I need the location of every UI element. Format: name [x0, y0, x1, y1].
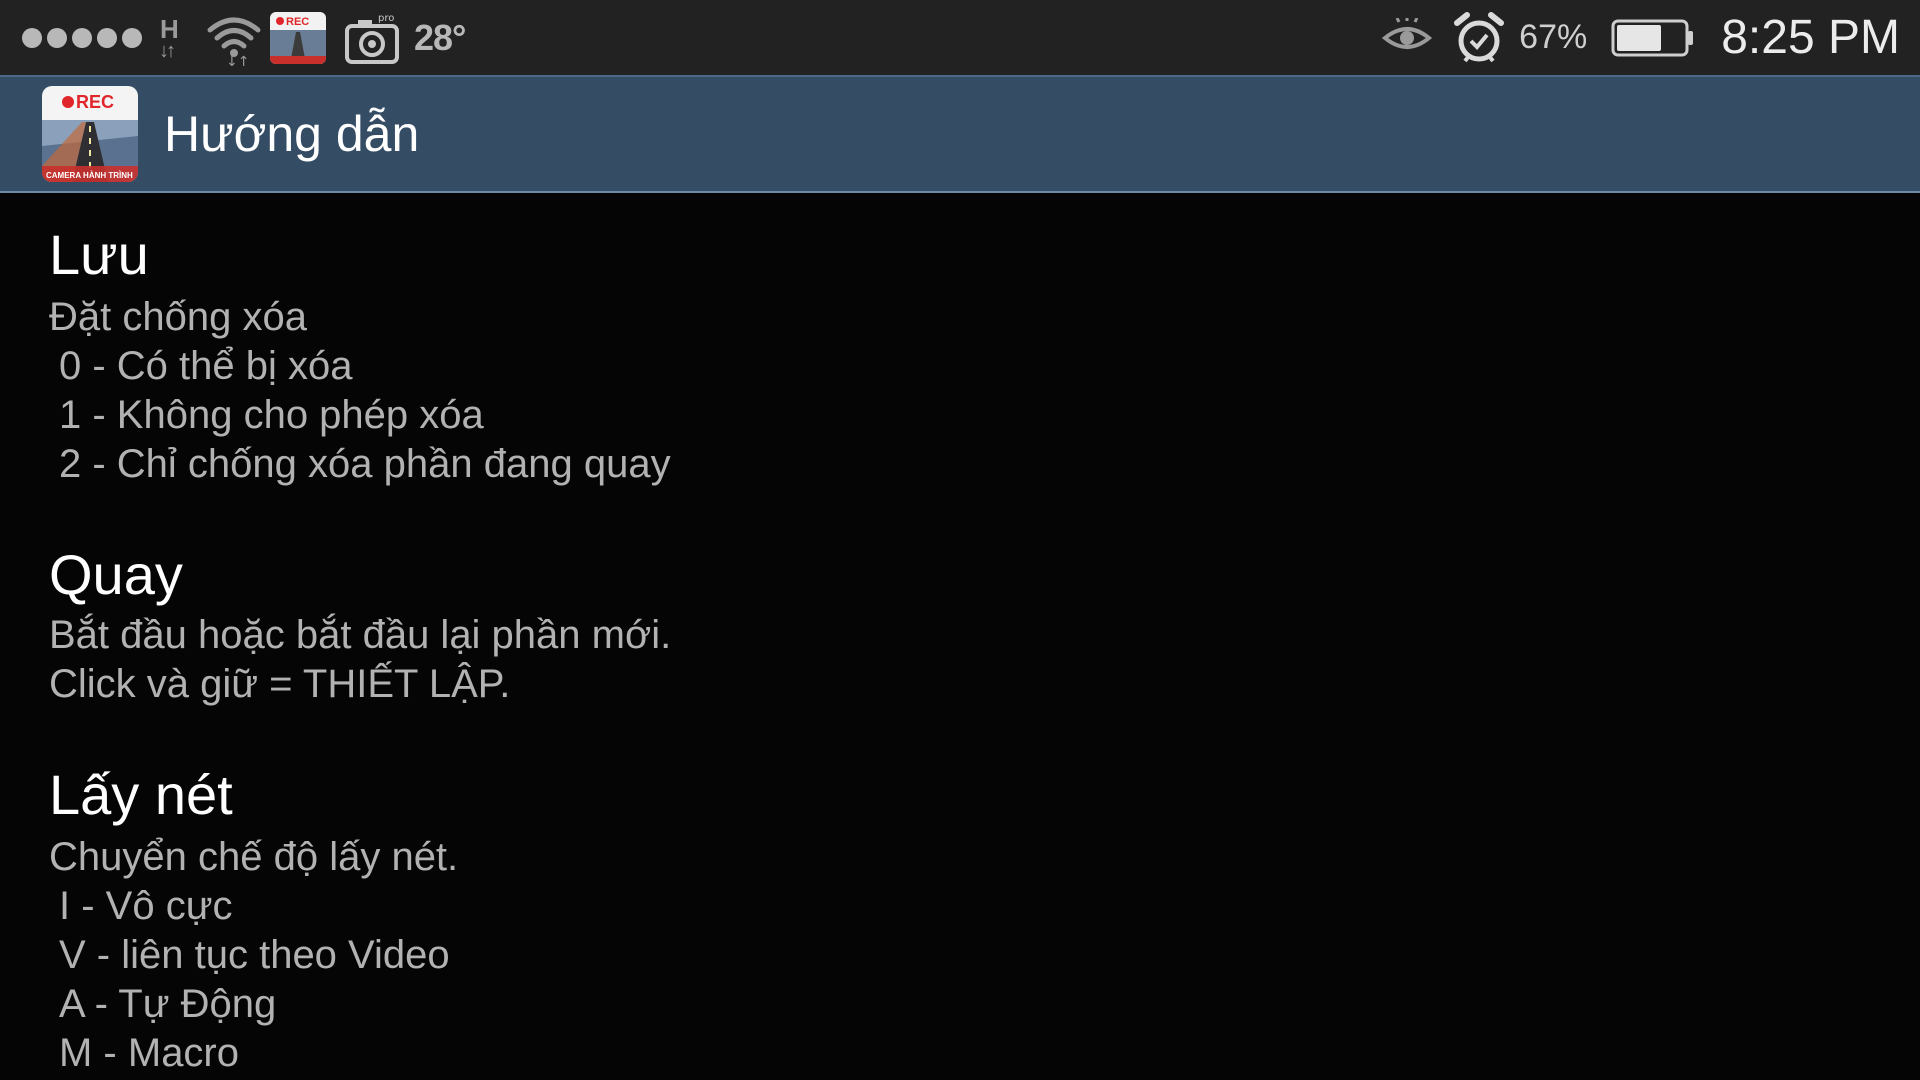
- description-line: V - liên tục theo Video: [59, 933, 450, 977]
- eye-icon: [1382, 17, 1433, 49]
- description-line: A - Tự Động: [59, 982, 277, 1026]
- section-description: Chuyển chế độ lấy nét. I - Vô cực V - li…: [49, 833, 458, 1078]
- description-line: 0 - Có thể bị xóa: [59, 344, 353, 388]
- battery-percent: 67%: [1519, 18, 1588, 56]
- temperature-label: 28°: [414, 16, 466, 58]
- section-title: Lưu: [49, 223, 149, 286]
- description-line: I - Vô cực: [59, 884, 233, 928]
- section-lay-net: Lấy nét Chuyển chế độ lấy nét. I - Vô cự…: [49, 763, 458, 1078]
- app-icon[interactable]: REC CAMERA HÀNH TRÌNH: [42, 86, 138, 182]
- signal-icon: [22, 27, 142, 48]
- section-luu: Lưu Đặt chống xóa 0 - Có thể bị xóa 1 - …: [49, 223, 671, 489]
- svg-text:↓↑: ↓↑: [226, 54, 249, 68]
- svg-text:REC: REC: [286, 16, 309, 28]
- page-title: Hướng dẫn: [164, 106, 420, 162]
- battery-icon: [1611, 19, 1694, 56]
- camera-badge: pro: [378, 13, 394, 24]
- section-title: Quay: [49, 543, 183, 606]
- action-bar: REC CAMERA HÀNH TRÌNH Hướng dẫn: [0, 75, 1920, 193]
- description-line: 1 - Không cho phép xóa: [59, 393, 484, 437]
- description-line: Bắt đầu hoặc bắt đầu lại phần mới.: [49, 613, 672, 657]
- camera-pro-icon: pro: [345, 13, 399, 64]
- status-bar: H ↓↑ ↓↑ REC pro 28° 67% 8:25 PM: [0, 0, 1920, 75]
- rec-app-icon: REC: [270, 11, 326, 64]
- app-icon-caption: CAMERA HÀNH TRÌNH: [46, 171, 133, 180]
- description-line: Chuyển chế độ lấy nét.: [49, 835, 459, 879]
- description-line: 2 - Chỉ chống xóa phần đang quay: [59, 442, 671, 486]
- section-title: Lấy nét: [49, 763, 233, 826]
- alarm-icon: [1454, 11, 1505, 62]
- clock: 8:25 PM: [1721, 11, 1900, 64]
- description-line: Click và giữ = THIẾT LẬP.: [49, 662, 511, 706]
- app-icon-rec-text: REC: [76, 92, 114, 112]
- description-line: M - Macro: [59, 1031, 239, 1075]
- description-line: Đặt chống xóa: [49, 295, 307, 339]
- section-quay: Quay Bắt đầu hoặc bắt đầu lại phần mới. …: [49, 543, 671, 709]
- section-description: Bắt đầu hoặc bắt đầu lại phần mới. Click…: [49, 611, 671, 709]
- network-h-icon: H ↓↑: [159, 13, 179, 62]
- section-description: Đặt chống xóa 0 - Có thể bị xóa 1 - Khôn…: [49, 293, 671, 489]
- wifi-icon: ↓↑: [207, 17, 261, 68]
